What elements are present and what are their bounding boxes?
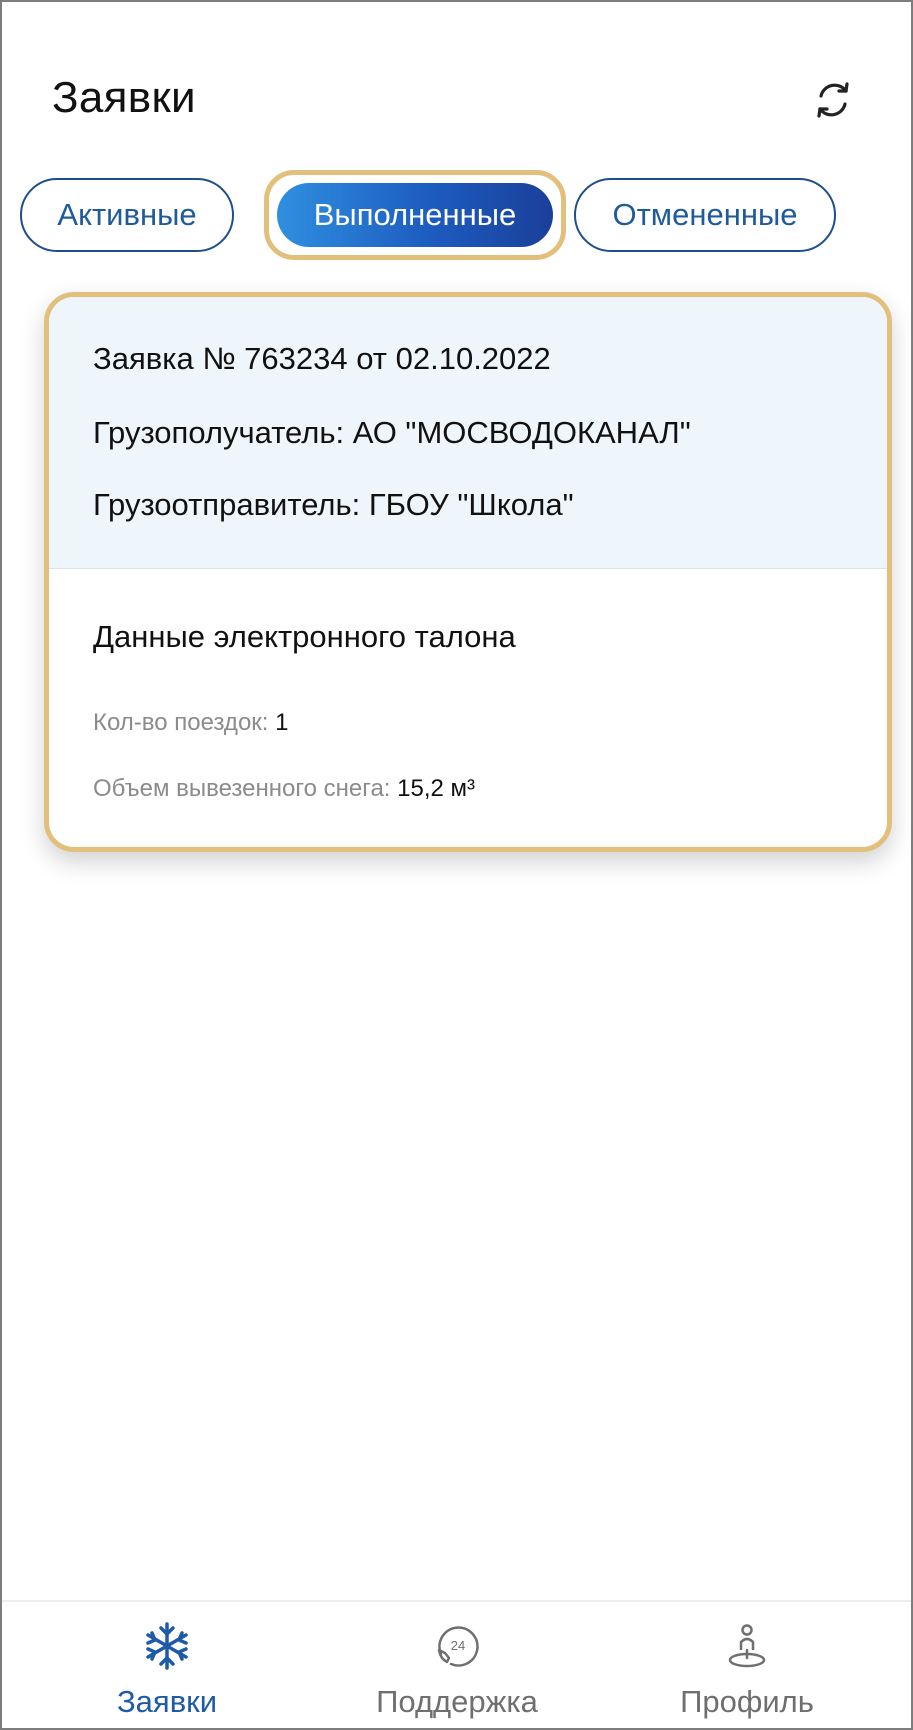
- nav-item-profile[interactable]: Профиль: [622, 1602, 872, 1728]
- consignee-text: Грузополучатель: АО "МОСВОДОКАНАЛ": [93, 415, 691, 450]
- page-title: Заявки: [52, 73, 196, 122]
- nav-item-profile-label: Профиль: [680, 1684, 814, 1719]
- header: Заявки: [52, 70, 871, 134]
- snow-volume-row: Объем вывезенного снега: 15,2 м³: [93, 775, 475, 803]
- refresh-icon: [817, 82, 849, 118]
- order-title: Заявка № 763234 от 02.10.2022: [93, 341, 551, 376]
- app-screen: Заявки Активные Выполненные Отмененные З…: [0, 0, 913, 1730]
- support-24-icon: 24: [429, 1618, 485, 1674]
- nav-item-support[interactable]: 24 Поддержка: [332, 1602, 582, 1728]
- bottom-navigation: Заявки 24 Поддержка Профиль: [2, 1600, 911, 1728]
- tab-cancelled[interactable]: Отмененные: [574, 178, 836, 252]
- shipper-text: Грузоотправитель: ГБОУ "Школа": [93, 487, 574, 522]
- tab-active-label: Активные: [57, 197, 197, 232]
- tab-completed[interactable]: Выполненные: [277, 183, 553, 247]
- coupon-section-title: Данные электронного талона: [93, 619, 516, 654]
- nav-item-orders-label: Заявки: [116, 1684, 218, 1719]
- order-card-header: Заявка № 763234 от 02.10.2022 Грузополуч…: [49, 297, 887, 569]
- nav-item-support-label: Поддержка: [376, 1684, 538, 1719]
- svg-text:24: 24: [451, 1638, 465, 1653]
- trips-label: Кол-во поездок:: [93, 709, 276, 736]
- tab-completed-label: Выполненные: [313, 197, 517, 232]
- tab-cancelled-label: Отмененные: [612, 197, 798, 232]
- snow-volume-value: 15,2 м³: [397, 775, 475, 802]
- snowflake-icon: [139, 1618, 195, 1674]
- profile-pin-icon: [719, 1618, 775, 1674]
- tab-active[interactable]: Активные: [20, 178, 234, 252]
- order-card[interactable]: Заявка № 763234 от 02.10.2022 Грузополуч…: [44, 292, 892, 852]
- trips-value: 1: [275, 709, 289, 736]
- trips-row: Кол-во поездок: 1: [93, 709, 288, 737]
- nav-item-orders[interactable]: Заявки: [42, 1602, 292, 1728]
- refresh-button[interactable]: [805, 72, 861, 128]
- snow-volume-label: Объем вывезенного снега:: [93, 775, 398, 802]
- tab-completed-highlight: Выполненные: [264, 170, 566, 260]
- status-tabs: Активные Выполненные Отмененные: [20, 170, 896, 260]
